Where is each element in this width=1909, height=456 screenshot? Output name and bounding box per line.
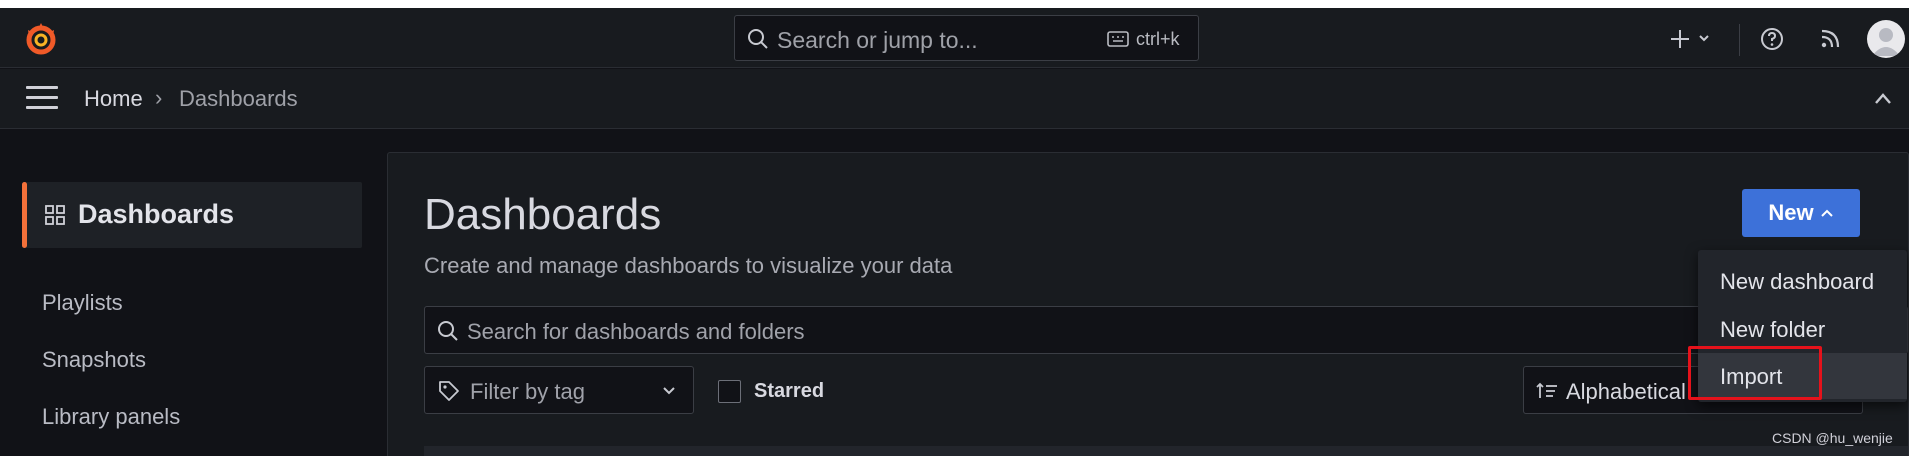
sidebar-item-playlists[interactable]: Playlists xyxy=(42,290,123,316)
keyboard-icon xyxy=(1107,31,1129,47)
sort-select-value: Alphabetical xyxy=(1566,379,1686,404)
news-feed-icon[interactable] xyxy=(1817,26,1843,52)
help-icon[interactable] xyxy=(1759,26,1785,52)
user-avatar[interactable] xyxy=(1867,20,1905,58)
search-icon xyxy=(438,321,458,341)
tag-filter-select[interactable]: Filter by tag xyxy=(424,366,694,414)
import-highlight-box xyxy=(1688,346,1822,400)
top-edge xyxy=(0,0,1909,8)
chevron-up-icon xyxy=(1820,209,1833,217)
page-title: Dashboards xyxy=(424,190,662,239)
results-header xyxy=(424,446,1908,456)
new-button[interactable]: New xyxy=(1742,189,1860,237)
chevron-up-icon[interactable] xyxy=(1872,89,1894,109)
starred-checkbox[interactable] xyxy=(718,380,741,403)
menu-item-label: New dashboard xyxy=(1720,269,1875,294)
breadcrumb-home[interactable]: Home xyxy=(84,86,143,112)
dashboard-search-placeholder: Search for dashboards and folders xyxy=(467,319,805,344)
breadcrumb-separator: › xyxy=(155,85,163,110)
search-icon xyxy=(748,29,768,49)
menu-toggle-icon[interactable] xyxy=(26,86,58,110)
watermark: CSDN @hu_wenjie xyxy=(1772,430,1893,446)
page-subtitle: Create and manage dashboards to visualiz… xyxy=(424,253,953,278)
menu-item-new-dashboard[interactable]: New dashboard xyxy=(1698,258,1907,304)
chevron-down-icon xyxy=(663,387,675,395)
breadcrumb-bar: Home › Dashboards xyxy=(0,69,1909,129)
sidebar-item-label: Dashboards xyxy=(78,199,235,229)
apps-grid-icon xyxy=(45,205,65,225)
sort-icon xyxy=(1536,382,1557,398)
global-search-placeholder: Search or jump to... xyxy=(777,27,978,53)
grafana-logo[interactable] xyxy=(22,20,60,58)
new-button-label: New xyxy=(1768,200,1814,225)
sidebar-item-snapshots[interactable]: Snapshots xyxy=(42,347,146,373)
add-plus-icon[interactable] xyxy=(1667,26,1717,52)
user-icon xyxy=(1872,28,1900,56)
tag-filter-placeholder: Filter by tag xyxy=(470,379,585,404)
menu-item-label: New folder xyxy=(1720,317,1826,342)
sidebar-item-dashboards[interactable]: Dashboards xyxy=(22,182,362,248)
top-bar: Search or jump to... ctrl+k xyxy=(0,8,1909,68)
active-indicator xyxy=(22,182,27,248)
breadcrumb-current: Dashboards xyxy=(179,86,298,111)
starred-label[interactable]: Starred xyxy=(754,380,824,403)
sidebar-item-library-panels[interactable]: Library panels xyxy=(42,404,180,430)
search-shortcut: ctrl+k xyxy=(1136,29,1180,49)
global-search-input[interactable]: Search or jump to... ctrl+k xyxy=(734,15,1199,61)
tag-icon xyxy=(439,381,459,401)
dashboard-search-input[interactable]: Search for dashboards and folders xyxy=(424,306,1908,354)
topbar-divider xyxy=(1739,24,1740,56)
